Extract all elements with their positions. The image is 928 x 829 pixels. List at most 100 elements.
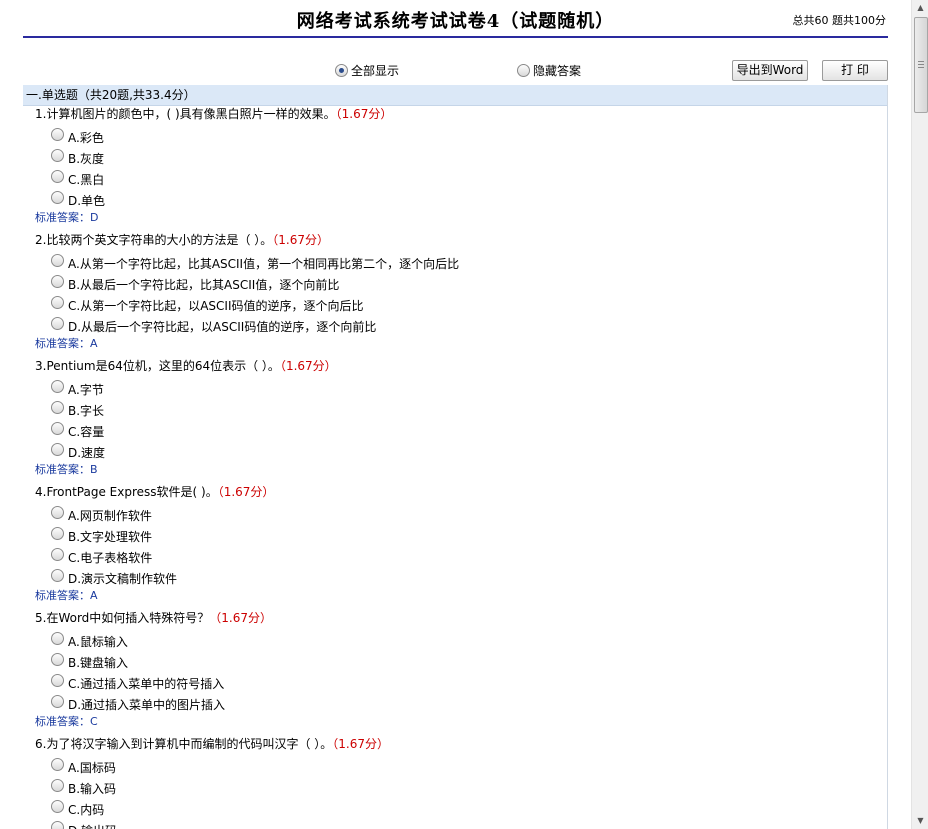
answer-option[interactable]: B.文字处理软件 (35, 526, 887, 547)
answer-option[interactable]: A.网页制作软件 (35, 505, 887, 526)
question-stem: 6.为了将汉字输入到计算机中而编制的代码叫汉字（ ）。 (35, 737, 333, 751)
option-label: B.键盘输入 (68, 656, 129, 670)
option-radio-icon[interactable] (51, 401, 64, 414)
answer-value: A (90, 337, 98, 350)
vertical-scrollbar[interactable]: ▲ ▼ (911, 0, 928, 829)
question-text: 1.计算机图片的颜色中，( )具有像黑白照片一样的效果。（1.67分） (35, 106, 887, 127)
answer-label: 标准答案： (35, 211, 90, 224)
answer-option[interactable]: A.鼠标输入 (35, 631, 887, 652)
question-stem: 2.比较两个英文字符串的大小的方法是（ ）。 (35, 233, 273, 247)
option-label: B.输入码 (68, 782, 117, 796)
answer-option[interactable]: D.单色 (35, 190, 887, 211)
option-radio-icon[interactable] (51, 674, 64, 687)
answer-option[interactable]: C.容量 (35, 421, 887, 442)
question-text: 2.比较两个英文字符串的大小的方法是（ ）。（1.67分） (35, 232, 887, 253)
answer-option[interactable]: B.字长 (35, 400, 887, 421)
option-label: A.从第一个字符比起，比其ASCII值，第一个相同再比第二个，逐个向后比 (68, 257, 460, 271)
show-all-radio[interactable]: 全部显示 (335, 62, 399, 79)
hide-answer-radio[interactable]: 隐藏答案 (517, 62, 581, 79)
answer-option[interactable]: D.演示文稿制作软件 (35, 568, 887, 589)
option-radio-icon[interactable] (51, 821, 64, 829)
answer-option[interactable]: C.黑白 (35, 169, 887, 190)
section-header: 一.单选题（共20题,共33.4分） (23, 85, 887, 106)
radio-unchecked-icon[interactable] (517, 64, 530, 77)
question-score: （1.67分） (272, 233, 329, 247)
answer-option[interactable]: D.输出码 (35, 820, 887, 829)
question-stem: 4.FrontPage Express软件是( )。 (35, 485, 218, 499)
answer-option[interactable]: C.内码 (35, 799, 887, 820)
option-radio-icon[interactable] (51, 653, 64, 666)
standard-answer: 标准答案：A (35, 589, 887, 610)
answer-option[interactable]: B.输入码 (35, 778, 887, 799)
exam-content: 一.单选题（共20题,共33.4分） 1.计算机图片的颜色中，( )具有像黑白照… (23, 85, 888, 829)
answer-option[interactable]: C.通过插入菜单中的符号插入 (35, 673, 887, 694)
question-score: （1.67分） (335, 107, 393, 121)
question-item: 4.FrontPage Express软件是( )。（1.67分） A.网页制作软… (23, 484, 887, 610)
answer-value: B (90, 463, 98, 476)
option-radio-icon[interactable] (51, 632, 64, 645)
answer-value: C (90, 715, 98, 728)
option-radio-icon[interactable] (51, 296, 64, 309)
option-radio-icon[interactable] (51, 422, 64, 435)
option-radio-icon[interactable] (51, 170, 64, 183)
option-label: D.速度 (68, 446, 106, 460)
option-radio-icon[interactable] (51, 275, 64, 288)
option-radio-icon[interactable] (51, 128, 64, 141)
export-word-button[interactable]: 导出到Word (732, 60, 808, 81)
option-radio-icon[interactable] (51, 548, 64, 561)
answer-option[interactable]: D.从最后一个字符比起，以ASCII码值的逆序，逐个向前比 (35, 316, 887, 337)
answer-option[interactable]: D.通过插入菜单中的图片插入 (35, 694, 887, 715)
option-label: A.字节 (68, 383, 104, 397)
option-radio-icon[interactable] (51, 779, 64, 792)
answer-option[interactable]: B.键盘输入 (35, 652, 887, 673)
scroll-down-arrow-icon[interactable]: ▼ (912, 813, 928, 829)
option-radio-icon[interactable] (51, 443, 64, 456)
option-radio-icon[interactable] (51, 527, 64, 540)
print-button[interactable]: 打 印 (822, 60, 888, 81)
scroll-up-arrow-icon[interactable]: ▲ (912, 0, 928, 16)
answer-option[interactable]: A.国标码 (35, 757, 887, 778)
standard-answer: 标准答案：A (35, 337, 887, 358)
answer-label: 标准答案： (35, 463, 90, 476)
option-radio-icon[interactable] (51, 569, 64, 582)
option-label: A.鼠标输入 (68, 635, 128, 649)
option-radio-icon[interactable] (51, 758, 64, 771)
option-radio-icon[interactable] (51, 506, 64, 519)
answer-label: 标准答案： (35, 589, 90, 602)
standard-answer: 标准答案：B (35, 463, 887, 484)
question-text: 3.Pentium是64位机，这里的64位表示（ ）。（1.67分） (35, 358, 887, 379)
grip-line (918, 64, 924, 65)
standard-answer: 标准答案：D (35, 211, 887, 232)
answer-option[interactable]: D.速度 (35, 442, 887, 463)
question-score: （1.67分） (209, 611, 273, 625)
answer-option[interactable]: A.彩色 (35, 127, 887, 148)
answer-option[interactable]: A.从第一个字符比起，比其ASCII值，第一个相同再比第二个，逐个向后比 (35, 253, 887, 274)
option-radio-icon[interactable] (51, 191, 64, 204)
grip-line (918, 61, 924, 62)
option-label: D.单色 (68, 194, 106, 208)
option-radio-icon[interactable] (51, 317, 64, 330)
answer-value: A (90, 589, 98, 602)
option-label: C.容量 (68, 425, 105, 439)
exam-stats: 总共60 题共100分 (792, 14, 887, 27)
answer-option[interactable]: A.字节 (35, 379, 887, 400)
option-radio-icon[interactable] (51, 800, 64, 813)
radio-checked-icon[interactable] (335, 64, 348, 77)
question-stem: 3.Pentium是64位机，这里的64位表示（ ）。 (35, 359, 280, 373)
answer-option[interactable]: C.电子表格软件 (35, 547, 887, 568)
answer-option[interactable]: C.从第一个字符比起，以ASCII码值的逆序，逐个向后比 (35, 295, 887, 316)
scroll-thumb[interactable] (914, 17, 928, 113)
option-radio-icon[interactable] (51, 149, 64, 162)
option-radio-icon[interactable] (51, 380, 64, 393)
option-radio-icon[interactable] (51, 254, 64, 267)
option-label: B.文字处理软件 (68, 530, 153, 544)
question-score: （1.67分） (217, 485, 275, 499)
option-radio-icon[interactable] (51, 695, 64, 708)
option-label: C.通过插入菜单中的符号插入 (68, 677, 225, 691)
answer-option[interactable]: B.从最后一个字符比起，比其ASCII值，逐个向前比 (35, 274, 887, 295)
display-controls: 全部显示 隐藏答案 导出到Word 打 印 (0, 58, 900, 82)
option-label: B.从最后一个字符比起，比其ASCII值，逐个向前比 (68, 278, 340, 292)
answer-label: 标准答案： (35, 715, 90, 728)
answer-option[interactable]: B.灰度 (35, 148, 887, 169)
question-text: 5.在Word中如何插入特殊符号？（1.67分） (35, 610, 887, 631)
